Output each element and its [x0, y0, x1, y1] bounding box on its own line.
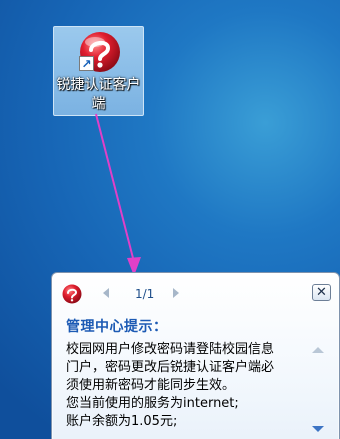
- message-line: 您当前使用的服务为internet;: [66, 396, 239, 411]
- page-indicator: 1/1: [135, 287, 155, 301]
- previous-arrow-icon[interactable]: [100, 285, 112, 301]
- desktop-icon-label: 锐捷认证客户端: [56, 77, 141, 112]
- message-line: 账户余额为1.05元;: [66, 414, 178, 429]
- close-button[interactable]: ✕: [312, 284, 331, 301]
- message-line: 须使用新密码才能同步生效。: [66, 378, 236, 393]
- scroll-down-arrow-icon[interactable]: [312, 425, 324, 433]
- message-line: 校园网用户修改密码请登陆校园信息: [66, 342, 275, 357]
- shortcut-arrow-icon: ↗: [79, 56, 94, 71]
- ruijie-logo-icon: [62, 284, 82, 304]
- notification-balloon: 1/1 ✕ 管理中心提示： 校园网用户修改密码请登陆校园信息 门户，密码更改后锐…: [51, 272, 340, 439]
- next-arrow-icon[interactable]: [170, 285, 182, 301]
- message-line: 门户，密码更改后锐捷认证客户端必: [66, 360, 275, 375]
- balloon-message: 校园网用户修改密码请登陆校园信息 门户，密码更改后锐捷认证客户端必 须使用新密码…: [66, 341, 302, 431]
- close-icon: ✕: [316, 285, 327, 300]
- desktop-shortcut-ruijie[interactable]: ↗ 锐捷认证客户端: [53, 26, 144, 116]
- scroll-up-arrow-icon[interactable]: [312, 346, 324, 354]
- balloon-title: 管理中心提示：: [66, 319, 168, 335]
